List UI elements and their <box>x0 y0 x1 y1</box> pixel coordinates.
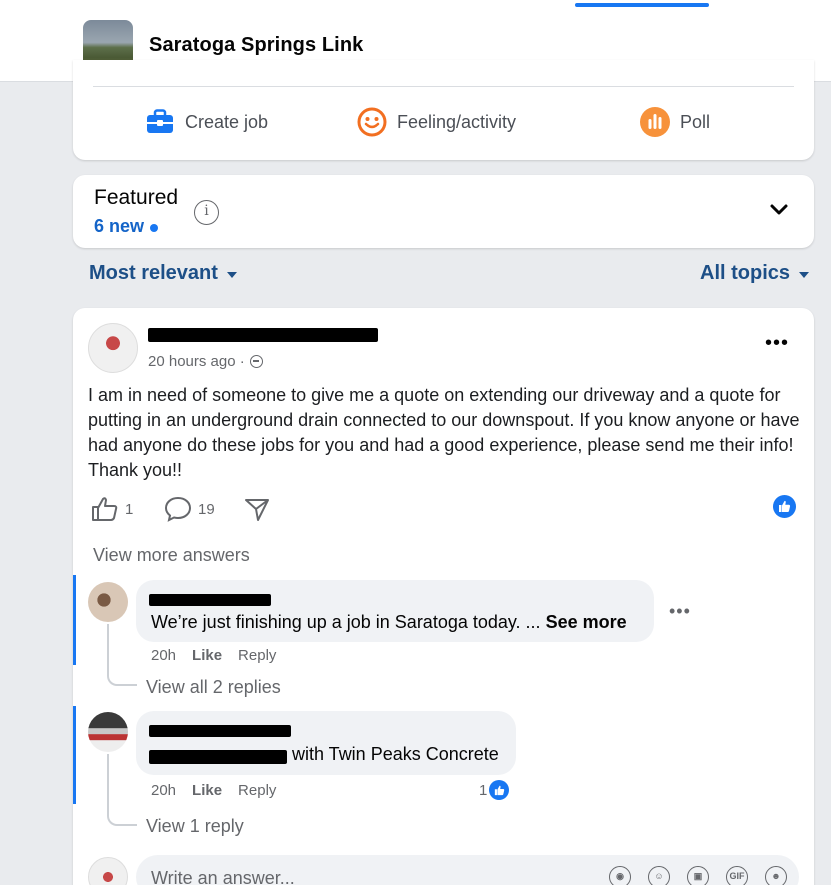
audience-globe-icon <box>249 355 263 368</box>
poll-button[interactable]: Poll <box>640 107 710 137</box>
avatar-sticker-icon[interactable]: ◉ <box>609 866 631 885</box>
comment-reaction-count: 1 <box>479 781 488 799</box>
new-dot-icon <box>150 223 159 232</box>
smiley-icon <box>357 107 387 137</box>
caret-down-icon <box>799 271 810 278</box>
camera-icon[interactable]: ▣ <box>687 866 709 885</box>
post-options-icon[interactable]: ••• <box>765 332 789 355</box>
post-body: I am in need of someone to give me a quo… <box>88 385 800 480</box>
create-job-button[interactable]: Create job <box>145 107 268 137</box>
featured-section[interactable]: Featured 6 new i <box>73 175 814 248</box>
redacted-tagged-name <box>149 750 287 764</box>
like-reaction-icon <box>489 780 510 800</box>
reply-connector <box>107 754 137 826</box>
create-job-label: Create job <box>185 111 269 132</box>
comment-reaction[interactable]: 1 <box>479 780 510 800</box>
comment-count: 19 <box>198 500 215 518</box>
commenter-avatar[interactable] <box>88 582 128 622</box>
comment-like-link[interactable]: Like <box>192 782 222 799</box>
gif-icon[interactable]: GIF <box>726 866 748 885</box>
thumbs-up-icon <box>92 497 118 521</box>
feeling-activity-label: Feeling/activity <box>397 111 517 132</box>
comment-reply-link[interactable]: Reply <box>238 782 276 799</box>
thread-highlight <box>73 706 76 804</box>
view-more-answers-link[interactable]: View more answers <box>93 545 250 566</box>
chevron-down-icon[interactable] <box>769 203 789 217</box>
comment-reply-link[interactable]: Reply <box>238 647 276 664</box>
like-count: 1 <box>125 500 134 518</box>
like-reaction-icon[interactable] <box>773 495 796 518</box>
current-user-avatar <box>88 857 128 885</box>
feeling-activity-button[interactable]: Feeling/activity <box>357 107 516 137</box>
emoji-icon[interactable]: ☺ <box>648 866 670 885</box>
reply-connector <box>107 624 137 686</box>
answer-placeholder: Write an answer... <box>151 868 295 885</box>
author-avatar[interactable] <box>88 323 138 373</box>
answer-tools: ◉ ☺ ▣ GIF ☻ <box>609 866 787 885</box>
thread-highlight <box>73 575 76 665</box>
comment-button[interactable]: 19 <box>164 496 215 522</box>
featured-new-count: 6 new <box>94 216 159 237</box>
share-button[interactable] <box>243 496 271 522</box>
view-replies-link[interactable]: View 1 reply <box>146 816 244 837</box>
comment-text: We’re just finishing up a job in Saratog… <box>151 612 627 632</box>
comment-meta: 20h Like Reply <box>151 782 276 799</box>
like-button[interactable]: 1 <box>91 496 133 522</box>
answer-input[interactable]: Write an answer... ◉ ☺ ▣ GIF ☻ <box>136 855 799 885</box>
see-more-link[interactable]: See more <box>546 612 627 632</box>
group-name[interactable]: Saratoga Springs Link <box>149 34 363 57</box>
comment-options-icon[interactable]: ••• <box>669 601 691 622</box>
divider <box>93 86 794 87</box>
comment-text: with Twin Peaks Concrete <box>292 744 499 764</box>
sticker-icon[interactable]: ☻ <box>765 866 787 885</box>
post-timestamp[interactable]: 20 hours ago · <box>148 353 263 370</box>
share-arrow-icon <box>245 499 269 521</box>
redacted-author-name <box>148 328 378 342</box>
post-card: 20 hours ago · ••• I am in need of someo… <box>73 308 814 885</box>
sort-most-relevant-dropdown[interactable]: Most relevant <box>89 262 237 285</box>
comment-bubble: with Twin Peaks Concrete <box>136 711 516 775</box>
comment-bubble-icon <box>164 496 192 522</box>
comment-like-link[interactable]: Like <box>192 647 222 664</box>
redacted-commenter-name <box>149 594 271 606</box>
info-icon[interactable]: i <box>194 200 219 225</box>
view-replies-link[interactable]: View all 2 replies <box>146 677 281 698</box>
poll-icon <box>640 107 670 137</box>
featured-title: Featured <box>94 186 179 209</box>
topics-filter-dropdown[interactable]: All topics <box>700 262 810 285</box>
comment-time[interactable]: 20h <box>151 647 176 664</box>
comment-meta: 20h Like Reply <box>151 647 276 664</box>
briefcase-icon <box>147 109 173 133</box>
commenter-avatar[interactable] <box>88 712 128 752</box>
redacted-commenter-name <box>149 725 291 737</box>
active-tab-indicator <box>575 3 709 7</box>
caret-down-icon <box>226 271 237 278</box>
comment-time[interactable]: 20h <box>151 782 176 799</box>
composer-card: Create job Feeling/activity Poll <box>73 60 814 160</box>
poll-label: Poll <box>680 111 711 132</box>
comment-bubble: We’re just finishing up a job in Saratog… <box>136 580 654 642</box>
